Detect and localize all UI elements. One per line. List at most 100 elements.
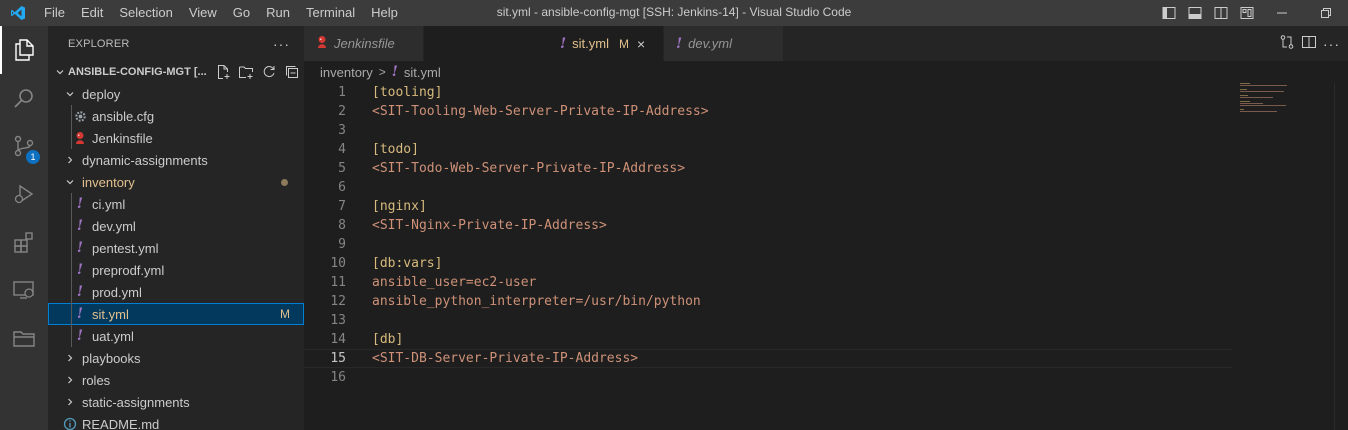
folders-icon[interactable] xyxy=(0,314,48,362)
chevron-right-icon xyxy=(62,353,78,363)
jenkins-icon xyxy=(316,35,328,52)
tab-sit-yml[interactable]: ! sit.yml M × xyxy=(424,26,664,61)
tree-folder-inventory[interactable]: inventory xyxy=(48,171,304,193)
restore-icon[interactable] xyxy=(1304,0,1348,26)
tree-file-sit-yml[interactable]: ! sit.yml M xyxy=(48,303,304,325)
yml-file-icon: ! xyxy=(76,306,84,322)
menu-item-help[interactable]: Help xyxy=(363,0,406,26)
menu-item-go[interactable]: Go xyxy=(225,0,258,26)
indent-guide xyxy=(71,237,72,259)
tree-file-prod-yml[interactable]: ! prod.yml xyxy=(48,281,304,303)
tree-file-readme-md[interactable]: README.md xyxy=(48,413,304,430)
tree-label: dev.yml xyxy=(92,218,136,234)
file-tree: deploy ansible.cfg Jenkinsfile dynamic-assi… xyxy=(48,83,304,430)
code-line: 16 xyxy=(304,368,1232,387)
minimap-line xyxy=(1240,111,1278,112)
folder-actions xyxy=(213,62,302,82)
line-content: ansible_python_interpreter=/usr/bin/pyth… xyxy=(372,294,701,309)
indent-guide xyxy=(71,259,72,281)
tree-label: inventory xyxy=(82,174,135,190)
line-number: 4 xyxy=(338,142,346,157)
explorer-header: EXPLORER ··· xyxy=(48,26,304,61)
code-line: 6 xyxy=(304,178,1232,197)
split-editor-icon[interactable] xyxy=(1301,34,1317,53)
tree-file-ci-yml[interactable]: ! ci.yml xyxy=(48,193,304,215)
open-changes-icon[interactable] xyxy=(1279,34,1295,53)
vertical-scrollbar[interactable] xyxy=(1334,83,1348,430)
line-number: 11 xyxy=(330,275,346,290)
breadcrumb-file[interactable]: sit.yml xyxy=(404,65,441,80)
menu-item-edit[interactable]: Edit xyxy=(73,0,111,26)
line-number: 14 xyxy=(330,332,346,347)
extensions-icon[interactable] xyxy=(0,218,48,266)
tree-folder-roles[interactable]: roles xyxy=(48,369,304,391)
minimap-line xyxy=(1240,101,1250,102)
customize-layout-icon[interactable] xyxy=(1234,0,1260,26)
explorer-icon[interactable] xyxy=(0,26,48,74)
tree-label: pentest.yml xyxy=(92,240,159,256)
search-icon[interactable] xyxy=(0,74,48,122)
close-icon[interactable]: × xyxy=(637,36,645,52)
minimap-line xyxy=(1240,97,1273,98)
line-number: 10 xyxy=(330,256,346,271)
jenkins-icon xyxy=(72,131,88,145)
yml-file-icon: ! xyxy=(391,64,398,80)
menu-item-terminal[interactable]: Terminal xyxy=(298,0,363,26)
tree-folder-playbooks[interactable]: playbooks xyxy=(48,347,304,369)
source-control-icon[interactable]: 1 xyxy=(0,122,48,170)
tree-file-dev-yml[interactable]: ! dev.yml xyxy=(48,215,304,237)
code-line: 4 [todo] xyxy=(304,140,1232,159)
menu-item-selection[interactable]: Selection xyxy=(111,0,180,26)
workspace-folder-header[interactable]: ANSIBLE-CONFIG-MGT [... xyxy=(48,61,304,83)
chevron-right-icon xyxy=(62,375,78,385)
tab-dev-yml[interactable]: ! dev.yml xyxy=(664,26,784,61)
section-header: [db] xyxy=(372,332,404,347)
breadcrumb-folder[interactable]: inventory xyxy=(320,65,373,80)
tree-file-preprodf-yml[interactable]: ! preprodf.yml xyxy=(48,259,304,281)
tree-label: Jenkinsfile xyxy=(92,130,153,146)
minimize-icon[interactable] xyxy=(1260,0,1304,26)
code-line: 5 <SIT-Todo-Web-Server-Private-IP-Address… xyxy=(304,159,1232,178)
yml-file-icon: ! xyxy=(76,240,84,256)
minimap-line xyxy=(1240,109,1245,110)
menu-item-run[interactable]: Run xyxy=(258,0,298,26)
collapse-all-icon[interactable] xyxy=(282,62,302,82)
refresh-icon[interactable] xyxy=(259,62,279,82)
tree-folder-deploy[interactable]: deploy xyxy=(48,83,304,105)
minimap-line xyxy=(1240,105,1287,106)
editor-tabs: Jenkinsfile ! sit.yml M × ! dev.yml ··· xyxy=(304,26,1348,61)
tree-file-pentest-yml[interactable]: ! pentest.yml xyxy=(48,237,304,259)
minimap[interactable] xyxy=(1234,83,1334,143)
line-number: 13 xyxy=(330,313,346,328)
indent-guide xyxy=(71,303,72,325)
toggle-secondary-sidebar-icon[interactable] xyxy=(1208,0,1234,26)
indent-guide xyxy=(71,281,72,303)
more-actions-icon[interactable]: ··· xyxy=(273,36,290,52)
line-content: ansible_user=ec2-user xyxy=(372,275,537,290)
menu-item-file[interactable]: File xyxy=(36,0,73,26)
tree-folder-static-assignments[interactable]: static-assignments xyxy=(48,391,304,413)
new-folder-icon[interactable] xyxy=(236,62,256,82)
minimap-line xyxy=(1240,85,1288,86)
yml-file-icon: ! xyxy=(76,218,84,234)
more-actions-icon[interactable]: ··· xyxy=(1323,36,1340,52)
new-file-icon[interactable] xyxy=(213,62,233,82)
tree-file-ansible-cfg[interactable]: ansible.cfg xyxy=(48,105,304,127)
code-line: 12 ansible_python_interpreter=/usr/bin/py… xyxy=(304,292,1232,311)
remote-explorer-icon[interactable] xyxy=(0,266,48,314)
toggle-panel-icon[interactable] xyxy=(1182,0,1208,26)
run-debug-icon[interactable] xyxy=(0,170,48,218)
indent-guide xyxy=(71,127,72,149)
code-editor[interactable]: 1 [tooling] 2 <SIT-Tooling-Web-Server-Priva… xyxy=(304,83,1348,430)
chevron-down-icon xyxy=(52,67,68,77)
explorer-title: EXPLORER xyxy=(68,37,130,50)
tree-file-jenkinsfile[interactable]: Jenkinsfile xyxy=(48,127,304,149)
toggle-primary-sidebar-icon[interactable] xyxy=(1156,0,1182,26)
tab-jenkinsfile[interactable]: Jenkinsfile xyxy=(304,26,424,61)
menu-item-view[interactable]: View xyxy=(181,0,225,26)
modified-status: M xyxy=(619,36,629,51)
code-line: 11 ansible_user=ec2-user xyxy=(304,273,1232,292)
tree-folder-dynamic-assignments[interactable]: dynamic-assignments xyxy=(48,149,304,171)
tree-file-uat-yml[interactable]: ! uat.yml xyxy=(48,325,304,347)
modified-status: M xyxy=(280,307,290,321)
